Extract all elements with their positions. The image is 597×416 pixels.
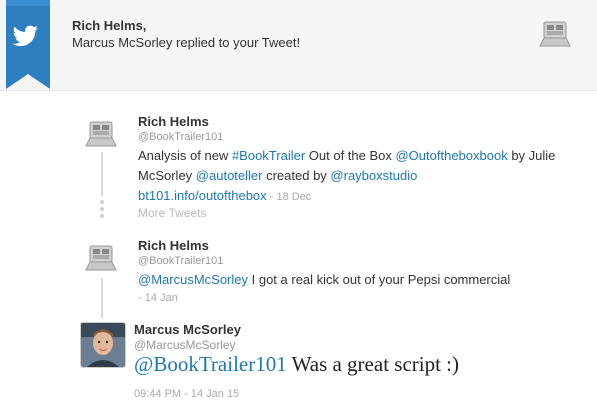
tweet-text: Analysis of new #BookTrailer Out of the … [138,146,558,207]
reply-author-handle[interactable]: @MarcusMcSorley [134,338,236,352]
mention-link[interactable]: @MarcusMcSorley [138,272,248,287]
twitter-bird-icon [6,0,50,89]
booktrailer-logo-icon[interactable] [84,238,120,274]
tweet-author-handle[interactable]: @BookTrailer101 [138,255,223,267]
notification-message: Marcus McSorley replied to your Tweet! [72,35,301,50]
tweet-author-name[interactable]: Rich Helms [138,238,209,253]
reply-timestamp[interactable]: 09:44 PM - 14 Jan 15 [134,388,239,400]
booktrailer-logo-icon[interactable] [84,114,120,150]
tweet-text-part: I got a real kick out of your Pepsi comm… [248,272,511,287]
mention-link[interactable]: @Outoftheboxbook [395,148,507,163]
tweet-text-part: Out of the Box [305,148,396,163]
reply-author-name[interactable]: Marcus McSorley [134,322,241,337]
mention-link[interactable]: @rayboxstudio [330,168,417,183]
thread-more-dots[interactable] [100,200,104,221]
reply-tweet-text: @BookTrailer101 Was a great script :) [134,352,459,377]
mention-link[interactable]: @autoteller [196,168,263,183]
tweet-text: @MarcusMcSorley I got a real kick out of… [138,270,558,290]
tweet-timestamp[interactable]: - 14 Jan [138,292,178,304]
tweet-timestamp[interactable]: - 18 Dec [267,191,312,203]
url-link[interactable]: bt101.info/outofthebox [138,188,267,203]
tweet-author-name[interactable]: Rich Helms [138,114,209,129]
recipient-name: Rich Helms, [72,18,147,33]
notification-header: Rich Helms, Marcus McSorley replied to y… [0,0,597,91]
hashtag-link[interactable]: #BookTrailer [232,148,305,163]
avatar[interactable] [80,322,126,368]
mention-link[interactable]: @BookTrailer101 [134,352,287,376]
thread-line [101,278,103,318]
tweet-author-handle[interactable]: @BookTrailer101 [138,131,223,143]
tweet-text-part: Was a great script :) [286,352,460,376]
tweet-text-part: Analysis of new [138,148,232,163]
booktrailer-logo-icon [539,21,571,47]
tweet-text-part: created by [262,168,331,183]
more-tweets-link[interactable]: More Tweets [138,206,206,220]
thread-line [101,152,103,196]
